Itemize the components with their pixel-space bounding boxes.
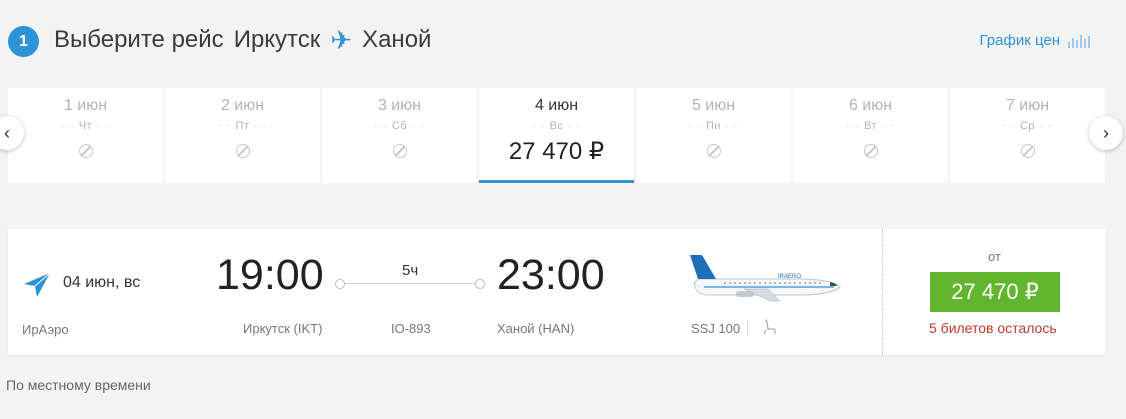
no-flights-icon	[706, 144, 721, 158]
price-chart-label: График цен	[979, 32, 1060, 49]
step-badge: 1	[8, 26, 39, 57]
seat-icon	[763, 319, 776, 335]
bar-chart-icon	[1068, 34, 1090, 48]
date-cell[interactable]: 6 июн Вт	[793, 88, 948, 183]
date-weekday: Пн	[636, 120, 791, 132]
buy-button[interactable]: 27 470 ₽	[930, 272, 1060, 312]
date-day: 1 июн	[63, 97, 108, 114]
date-day: 5 июн	[691, 97, 736, 114]
date-weekday: Чт	[8, 120, 163, 132]
price-divider	[882, 229, 883, 355]
date-cell-selected[interactable]: 4 июн Вс 27 470 ₽	[479, 88, 634, 183]
route-end-dot	[475, 279, 485, 289]
date-day: 7 июн	[1005, 97, 1050, 114]
destination-city: Ханой	[362, 26, 432, 53]
date-day: 4 июн	[534, 97, 579, 114]
airline-logo-icon	[24, 272, 51, 297]
date-weekday: Пт	[165, 120, 320, 132]
date-day: 2 июн	[220, 97, 265, 114]
date-price: 27 470 ₽	[508, 138, 605, 165]
date-strip: 1 июн Чт 2 июн Пт 3 июн Сб 4 июн Вс 27 4…	[8, 88, 1105, 183]
date-cell[interactable]: 7 июн Ср	[950, 88, 1105, 183]
date-cell[interactable]: 3 июн Сб	[322, 88, 477, 183]
date-weekday: Ср	[950, 120, 1105, 132]
aircraft-livery-text: IRAERO	[778, 274, 801, 280]
price-from-label: от	[988, 249, 1001, 264]
arrival-time: 23:00	[497, 251, 605, 299]
no-flights-icon	[863, 144, 878, 158]
date-day: 6 июн	[848, 97, 893, 114]
date-weekday: Вт	[793, 120, 948, 132]
arrival-airport: Ханой (HAN)	[497, 321, 575, 336]
aircraft-separator	[747, 320, 748, 336]
date-cell[interactable]: 1 июн Чт	[8, 88, 163, 183]
departure-airport: Иркутск (IKT)	[243, 321, 323, 336]
no-flights-icon	[392, 144, 407, 158]
tickets-left-notice: 5 билетов осталось	[929, 320, 1057, 336]
aircraft-type: SSJ 100	[691, 321, 741, 336]
page-header: 1 Выберите рейс Иркутск ✈ Ханой График ц…	[0, 0, 1126, 80]
plane-icon: ✈	[330, 25, 353, 55]
flight-card[interactable]: 04 июн, вс ИрАэро 19:00 5ч 23:00 Иркутск…	[8, 229, 1106, 355]
route-start-dot	[335, 279, 345, 289]
route-line	[338, 283, 484, 284]
no-flights-icon	[78, 144, 93, 158]
no-flights-icon	[1020, 144, 1035, 158]
local-time-note: По местному времени	[6, 377, 151, 393]
date-day: 3 июн	[377, 97, 422, 114]
date-weekday: Сб	[322, 120, 477, 132]
title-prefix: Выберите рейс	[54, 26, 224, 53]
no-flights-icon	[235, 144, 250, 158]
page-title: Выберите рейс Иркутск ✈ Ханой	[54, 26, 431, 54]
origin-city: Иркутск	[233, 26, 321, 53]
airline-name: ИрАэро	[22, 322, 69, 337]
date-weekday: Вс	[479, 120, 634, 132]
price-chart-link[interactable]: График цен	[980, 32, 1090, 49]
flight-number: IO-893	[391, 321, 431, 336]
aircraft-image: IRAERO	[690, 255, 841, 302]
flight-date: 04 июн, вс	[63, 274, 141, 291]
date-cell[interactable]: 2 июн Пт	[165, 88, 320, 183]
next-dates-button[interactable]: ›	[1089, 116, 1123, 150]
departure-time: 19:00	[216, 251, 324, 299]
flight-duration: 5ч	[402, 262, 419, 279]
date-cell[interactable]: 5 июн Пн	[636, 88, 791, 183]
